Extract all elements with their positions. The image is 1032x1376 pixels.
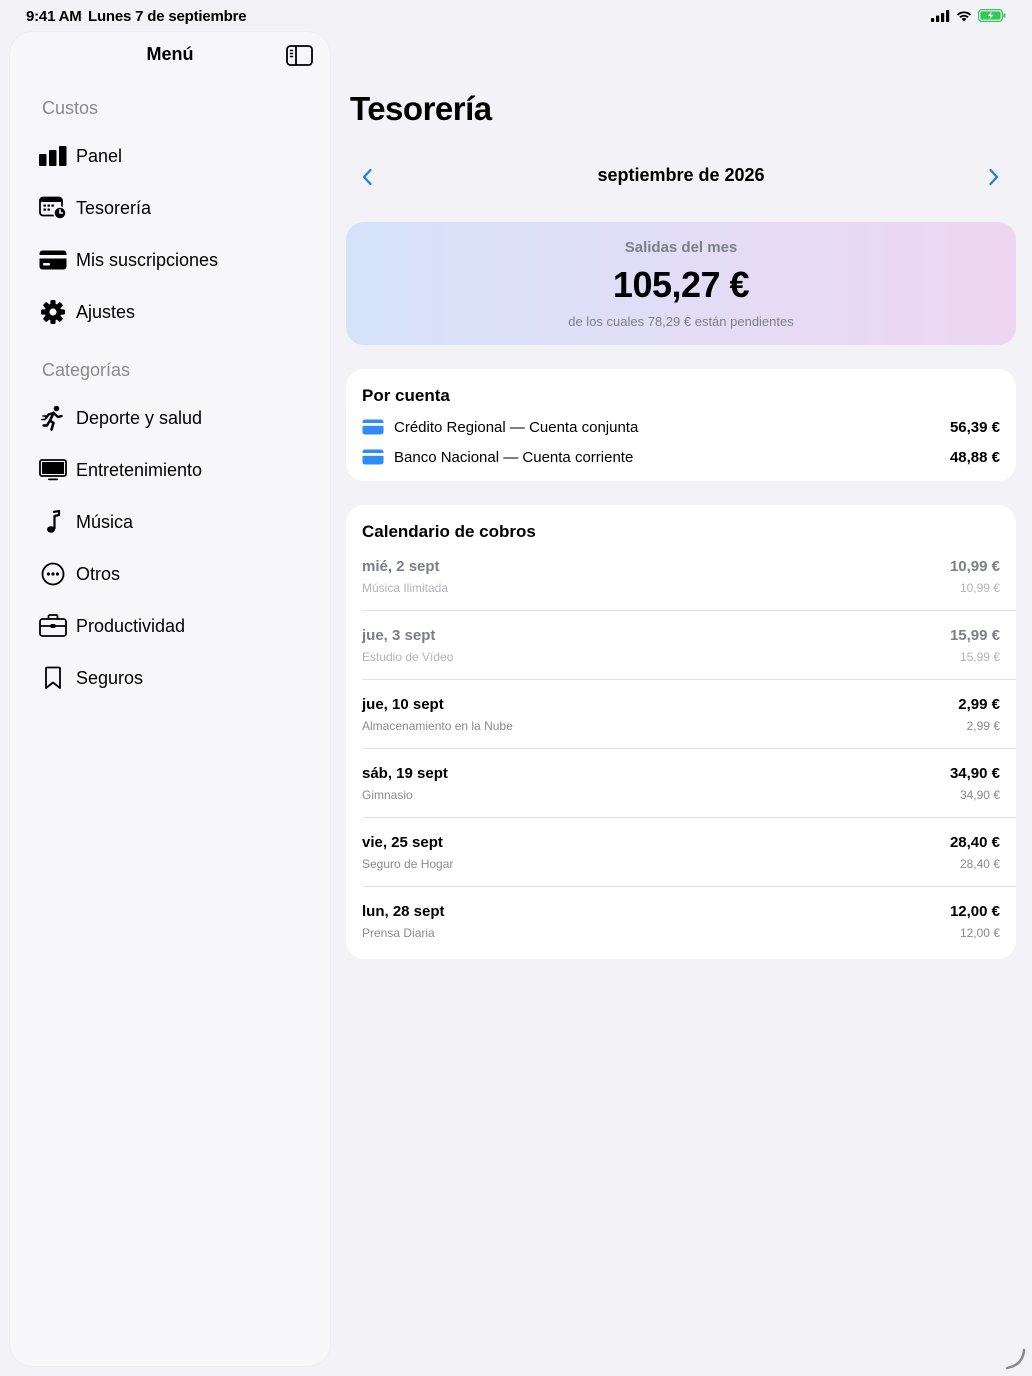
calendar-row[interactable]: vie, 25 sept Seguro de Hogar 28,40 € 28,… xyxy=(362,834,1000,903)
charge-amount-detail: 34,90 € xyxy=(959,788,1000,802)
charge-service: Música Ilimitada xyxy=(362,581,449,595)
window-resize-handle[interactable] xyxy=(1004,1348,1026,1370)
calendar-row[interactable]: jue, 10 sept Almacenamiento en la Nube 2… xyxy=(362,696,1000,765)
sidebar-item-entertainment[interactable]: Entretenimiento xyxy=(30,448,320,492)
sidebar-item-label: Panel xyxy=(76,145,123,166)
charge-amount: 12,00 € xyxy=(949,903,1000,920)
month-navigator: septiembre de 2026 xyxy=(346,156,1016,196)
row-divider xyxy=(362,886,1016,887)
credit-card-icon xyxy=(362,449,384,465)
chart-bar-icon xyxy=(30,134,76,178)
calendar-clock-icon xyxy=(30,186,76,230)
sidebar-item-settings[interactable]: Ajustes xyxy=(30,290,320,334)
calendar-row[interactable]: mié, 2 sept Música Ilimitada 10,99 € 10,… xyxy=(362,558,1000,627)
sidebar: Menú Custos Panel Tesorería Mis suscripc… xyxy=(10,32,330,1366)
sidebar-item-subscriptions[interactable]: Mis suscripciones xyxy=(30,238,320,282)
sidebar-item-music[interactable]: Música xyxy=(30,500,320,544)
account-name: Crédito Regional — Cuenta conjunta xyxy=(394,418,639,436)
charge-amount-detail: 12,00 € xyxy=(959,926,1000,940)
charge-date: sáb, 19 sept xyxy=(362,765,448,782)
section-label-categories: Categorías xyxy=(42,360,131,380)
main-content: Tesorería septiembre de 2026 Salidas del… xyxy=(346,0,1016,1376)
account-amount: 56,39 € xyxy=(949,418,1000,436)
calendar-row[interactable]: sáb, 19 sept Gimnasio 34,90 € 34,90 € xyxy=(362,765,1000,834)
charge-date: jue, 10 sept xyxy=(362,696,444,713)
sidebar-item-label: Música xyxy=(76,511,134,532)
status-date: Lunes 7 de septiembre xyxy=(88,8,247,25)
charge-amount: 34,90 € xyxy=(949,765,1000,782)
charge-service: Almacenamiento en la Nube xyxy=(362,719,513,733)
charge-amount: 2,99 € xyxy=(958,696,1000,713)
sidebar-item-productivity[interactable]: Productividad xyxy=(30,604,320,648)
sidebar-item-panel[interactable]: Panel xyxy=(30,134,320,178)
summary-amount: 105,27 € xyxy=(612,264,750,305)
gear-icon xyxy=(30,290,76,334)
sidebar-item-label: Tesorería xyxy=(76,197,152,218)
account-amount: 48,88 € xyxy=(949,448,1000,466)
monthly-summary-card: Salidas del mes 105,27 € de los cuales 7… xyxy=(346,222,1016,345)
row-divider xyxy=(362,817,1016,818)
ellipsis-circle-icon xyxy=(30,552,76,596)
row-divider xyxy=(362,679,1016,680)
sidebar-item-label: Entretenimiento xyxy=(76,459,203,480)
tv-icon xyxy=(30,448,76,492)
charge-date: vie, 25 sept xyxy=(362,834,443,851)
briefcase-icon xyxy=(30,604,76,648)
sidebar-item-label: Seguros xyxy=(76,667,144,688)
charge-amount: 15,99 € xyxy=(949,627,1000,644)
charge-service: Estudio de Vídeo xyxy=(362,650,454,664)
sidebar-item-label: Otros xyxy=(76,563,121,584)
summary-note: de los cuales 78,29 € están pendientes xyxy=(568,314,794,329)
credit-card-icon xyxy=(362,419,384,435)
page-title: Tesorería xyxy=(350,90,492,127)
charge-service: Gimnasio xyxy=(362,788,413,802)
sidebar-item-label: Ajustes xyxy=(76,301,136,322)
sidebar-item-label: Productividad xyxy=(76,615,186,636)
account-name: Banco Nacional — Cuenta corriente xyxy=(394,448,634,466)
sidebar-icon xyxy=(285,44,313,66)
charge-amount: 28,40 € xyxy=(949,834,1000,851)
charge-amount-detail: 28,40 € xyxy=(959,857,1000,871)
next-month-button[interactable] xyxy=(979,164,1009,190)
chevron-right-icon xyxy=(989,168,999,186)
row-divider xyxy=(362,748,1016,749)
summary-label: Salidas del mes xyxy=(624,239,738,256)
calendar-row[interactable]: jue, 3 sept Estudio de Vídeo 15,99 € 15,… xyxy=(362,627,1000,696)
billing-calendar-card: Calendario de cobros mié, 2 sept Música … xyxy=(346,505,1016,959)
music-note-icon xyxy=(30,500,76,544)
charge-amount-detail: 2,99 € xyxy=(966,719,1000,733)
charge-date: lun, 28 sept xyxy=(362,903,445,920)
sidebar-item-treasury[interactable]: Tesorería xyxy=(30,186,320,230)
charge-amount-detail: 10,99 € xyxy=(959,581,1000,595)
charge-service: Prensa Diaria xyxy=(362,926,435,940)
account-row[interactable]: Crédito Regional — Cuenta conjunta 56,39… xyxy=(362,415,1000,439)
charge-amount: 10,99 € xyxy=(949,558,1000,575)
sidebar-item-label: Deporte y salud xyxy=(76,407,203,428)
credit-card-icon xyxy=(30,238,76,282)
calendar-row[interactable]: lun, 28 sept Prensa Diaria 12,00 € 12,00… xyxy=(362,903,1000,972)
row-divider xyxy=(362,610,1016,611)
sidebar-toggle-button[interactable] xyxy=(284,42,314,68)
accounts-card: Por cuenta Crédito Regional — Cuenta con… xyxy=(346,369,1016,481)
month-label: septiembre de 2026 xyxy=(597,165,765,185)
sidebar-item-sport-health[interactable]: Deporte y salud xyxy=(30,396,320,440)
sidebar-item-others[interactable]: Otros xyxy=(30,552,320,596)
charge-service: Seguro de Hogar xyxy=(362,857,454,871)
running-figure-icon xyxy=(30,396,76,440)
charge-amount-detail: 15,99 € xyxy=(959,650,1000,664)
accounts-card-title: Por cuenta xyxy=(362,386,450,405)
charge-date: mié, 2 sept xyxy=(362,558,440,575)
bookmark-icon xyxy=(30,656,76,700)
sidebar-item-insurance[interactable]: Seguros xyxy=(30,656,320,700)
sidebar-item-label: Mis suscripciones xyxy=(76,249,219,270)
sidebar-title: Menú xyxy=(146,44,194,64)
section-label-costs: Custos xyxy=(42,98,99,118)
status-time: 9:41 AM xyxy=(26,8,82,25)
calendar-card-title: Calendario de cobros xyxy=(362,522,536,541)
account-row[interactable]: Banco Nacional — Cuenta corriente 48,88 … xyxy=(362,445,1000,469)
charge-date: jue, 3 sept xyxy=(362,627,436,644)
